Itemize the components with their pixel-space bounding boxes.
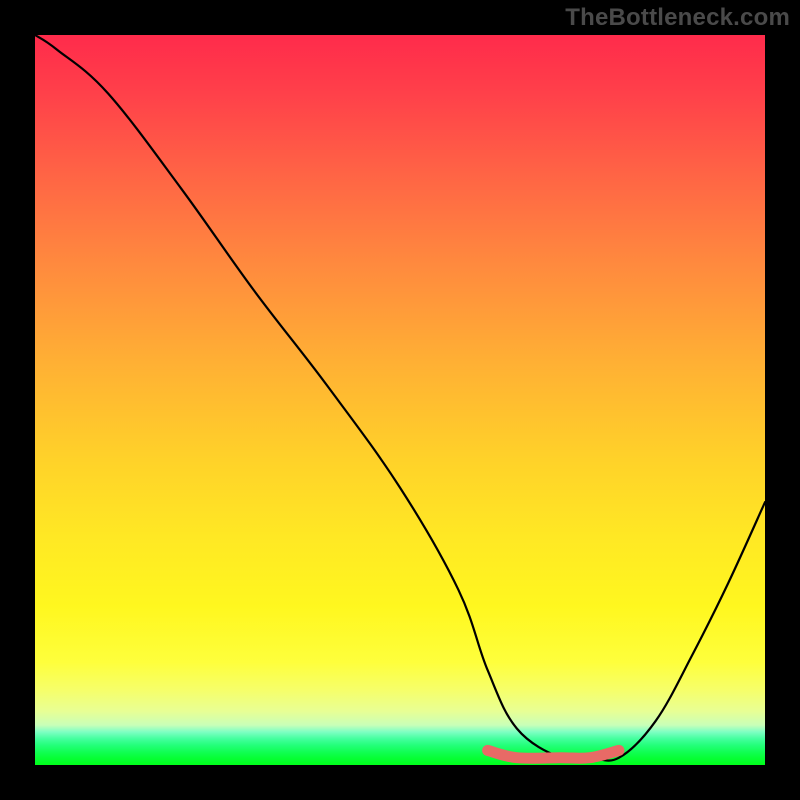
chart-frame: TheBottleneck.com bbox=[0, 0, 800, 800]
curve-path bbox=[35, 35, 765, 761]
plot-area bbox=[35, 35, 765, 765]
watermark-label: TheBottleneck.com bbox=[565, 4, 790, 32]
highlight-path bbox=[488, 750, 619, 758]
chart-svg bbox=[35, 35, 765, 765]
